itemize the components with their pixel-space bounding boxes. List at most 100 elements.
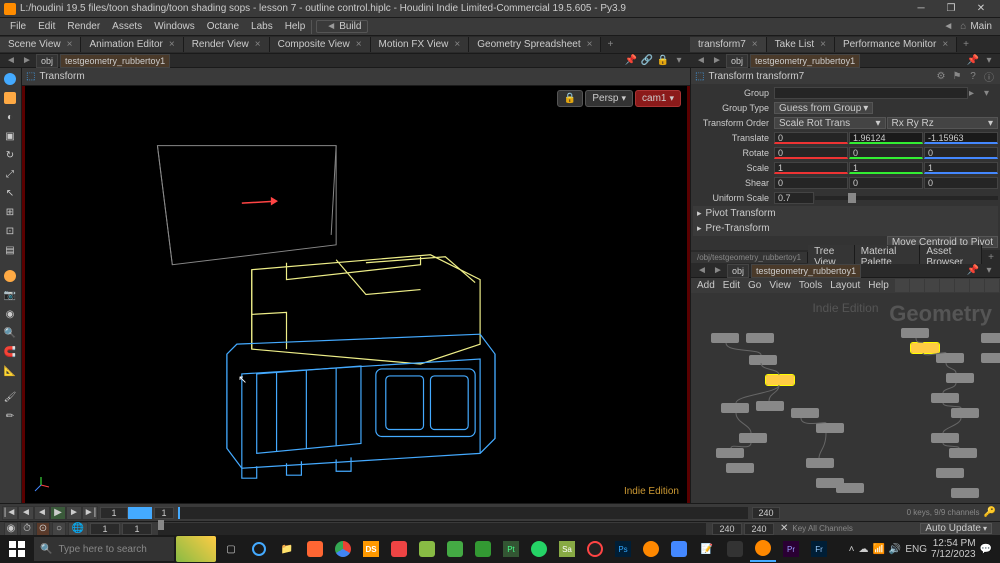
step-back-button[interactable]: ◄ — [18, 506, 34, 520]
tab-close-icon[interactable]: × — [255, 39, 261, 50]
taskbar-whatsapp[interactable] — [526, 536, 552, 562]
rotate-z-field[interactable]: 0 — [924, 147, 998, 159]
network-node[interactable] — [946, 373, 974, 383]
current-frame-field[interactable]: 1 — [154, 507, 174, 519]
pin-icon[interactable]: 📌 — [624, 55, 638, 67]
taskbar-weather[interactable] — [176, 536, 216, 562]
net-tool-icon[interactable] — [985, 279, 999, 292]
taskbar-fresco[interactable]: Fr — [806, 536, 832, 562]
tab-close-icon[interactable]: × — [169, 39, 175, 50]
menu-windows[interactable]: Windows — [148, 19, 201, 34]
taskbar-app[interactable]: Pt — [498, 536, 524, 562]
shear-y-field[interactable]: 0 — [849, 177, 923, 189]
help-icon[interactable]: ? — [966, 69, 980, 83]
tab-take-list[interactable]: Take List× — [767, 37, 835, 52]
network-node-selected[interactable] — [766, 375, 794, 385]
taskbar-app[interactable]: DS — [358, 536, 384, 562]
tab-close-icon[interactable]: × — [356, 39, 362, 50]
net-menu-view[interactable]: View — [767, 280, 793, 291]
network-node[interactable] — [721, 403, 749, 413]
persp-badge[interactable]: Persp ▾ — [585, 90, 633, 107]
network-node[interactable] — [931, 433, 959, 443]
group-field[interactable] — [774, 87, 968, 99]
tab-render-view[interactable]: Render View× — [184, 37, 270, 52]
network-node[interactable] — [739, 433, 767, 443]
taskbar-app[interactable] — [666, 536, 692, 562]
menu-labs[interactable]: Labs — [245, 19, 279, 34]
network-node[interactable] — [901, 328, 929, 338]
chevron-right-icon[interactable]: ▸ — [969, 88, 983, 99]
lock-badge[interactable]: 🔒 — [557, 90, 583, 107]
taskbar-houdini[interactable] — [750, 536, 776, 562]
menu-help[interactable]: Help — [279, 19, 312, 34]
taskbar-taskview[interactable]: ▢ — [218, 536, 244, 562]
tab-scene-view[interactable]: Scene View× — [0, 37, 81, 52]
network-node[interactable] — [949, 448, 977, 458]
shear-z-field[interactable]: 0 — [924, 177, 998, 189]
frame-end-field[interactable]: 240 — [752, 507, 780, 519]
gear-icon[interactable]: ⚙ — [934, 69, 948, 83]
tray-volume-icon[interactable]: 🔊 — [889, 544, 901, 555]
path-geo[interactable]: testgeometry_rubbertoy1 — [751, 264, 861, 278]
network-node[interactable] — [981, 353, 1000, 363]
rotate-y-field[interactable]: 0 — [849, 147, 923, 159]
nav-back-button[interactable]: ◄ — [4, 55, 18, 67]
translate-y-field[interactable]: 1.96124 — [849, 132, 923, 144]
uniform-scale-field[interactable]: 0.7 — [774, 192, 814, 204]
scoped-toggle[interactable]: ⊙ — [36, 522, 50, 536]
tool-lasso[interactable]: ◐ — [0, 108, 20, 126]
tool-select[interactable] — [0, 89, 20, 107]
group-type-dropdown[interactable]: Guess from Group ▾ — [774, 102, 873, 114]
taskbar-blender[interactable] — [638, 536, 664, 562]
pre-transform-section[interactable]: ▸ Pre-Transform — [693, 221, 998, 236]
tray-cloud-icon[interactable]: ☁ — [858, 544, 868, 555]
tab-close-icon[interactable]: × — [587, 39, 593, 50]
shear-x-field[interactable]: 0 — [774, 177, 848, 189]
net-tool-icon[interactable] — [970, 279, 984, 292]
taskbar-app[interactable] — [470, 536, 496, 562]
camera-badge[interactable]: cam1 ▾ — [635, 90, 681, 107]
scale-z-field[interactable]: 1 — [924, 162, 998, 174]
tool-snap[interactable]: ⊞ — [0, 203, 20, 221]
network-node[interactable] — [746, 333, 774, 343]
pin-icon[interactable]: 📌 — [966, 55, 980, 67]
taskbar-app[interactable]: 📝 — [694, 536, 720, 562]
network-node[interactable] — [816, 423, 844, 433]
network-node[interactable] — [951, 408, 979, 418]
tab-close-icon[interactable]: × — [454, 39, 460, 50]
nav-fwd-button[interactable]: ► — [710, 55, 724, 67]
menu-icon[interactable]: ▾ — [982, 265, 996, 277]
taskbar-app[interactable]: Sa — [554, 536, 580, 562]
tool-arrow[interactable]: ↖ — [0, 184, 20, 202]
rotation-order-dropdown[interactable]: Rx Ry Rz ▾ — [887, 117, 999, 129]
net-menu-edit[interactable]: Edit — [721, 280, 742, 291]
nav-fwd-button[interactable]: ► — [711, 265, 725, 277]
network-node[interactable] — [836, 483, 864, 493]
tool-view[interactable] — [0, 70, 20, 88]
frame-start-field[interactable]: 1 — [100, 507, 128, 519]
taskbar-search[interactable]: 🔍 Type here to search — [34, 537, 174, 561]
step-fwd-button[interactable]: ► — [66, 506, 82, 520]
network-node[interactable] — [791, 408, 819, 418]
play-button[interactable]: ▶ — [50, 506, 66, 520]
close-button[interactable]: ✕ — [966, 1, 996, 17]
menu-icon[interactable]: ▾ — [982, 55, 996, 67]
tab-transform7[interactable]: transform7× — [690, 37, 767, 52]
range-end2-field[interactable]: 240 — [744, 523, 774, 535]
uniform-scale-slider[interactable] — [815, 196, 998, 200]
link-icon[interactable]: 🔗 — [640, 55, 654, 67]
tool-render[interactable]: ◉ — [0, 305, 20, 323]
taskbar-explorer[interactable]: 📁 — [274, 536, 300, 562]
menu-icon[interactable]: ▾ — [672, 55, 686, 67]
range-start-field[interactable]: 1 — [90, 523, 120, 535]
network-node[interactable] — [981, 333, 1000, 343]
tab-close-icon[interactable]: × — [67, 39, 73, 50]
range-slider[interactable] — [158, 523, 706, 535]
realtime-toggle[interactable]: ⏱ — [20, 522, 34, 536]
maximize-button[interactable]: ❐ — [936, 1, 966, 17]
taskbar-app[interactable] — [722, 536, 748, 562]
net-tool-icon[interactable] — [895, 279, 909, 292]
network-node-selected[interactable] — [911, 343, 939, 353]
scale-y-field[interactable]: 1 — [849, 162, 923, 174]
network-node[interactable] — [951, 488, 979, 498]
